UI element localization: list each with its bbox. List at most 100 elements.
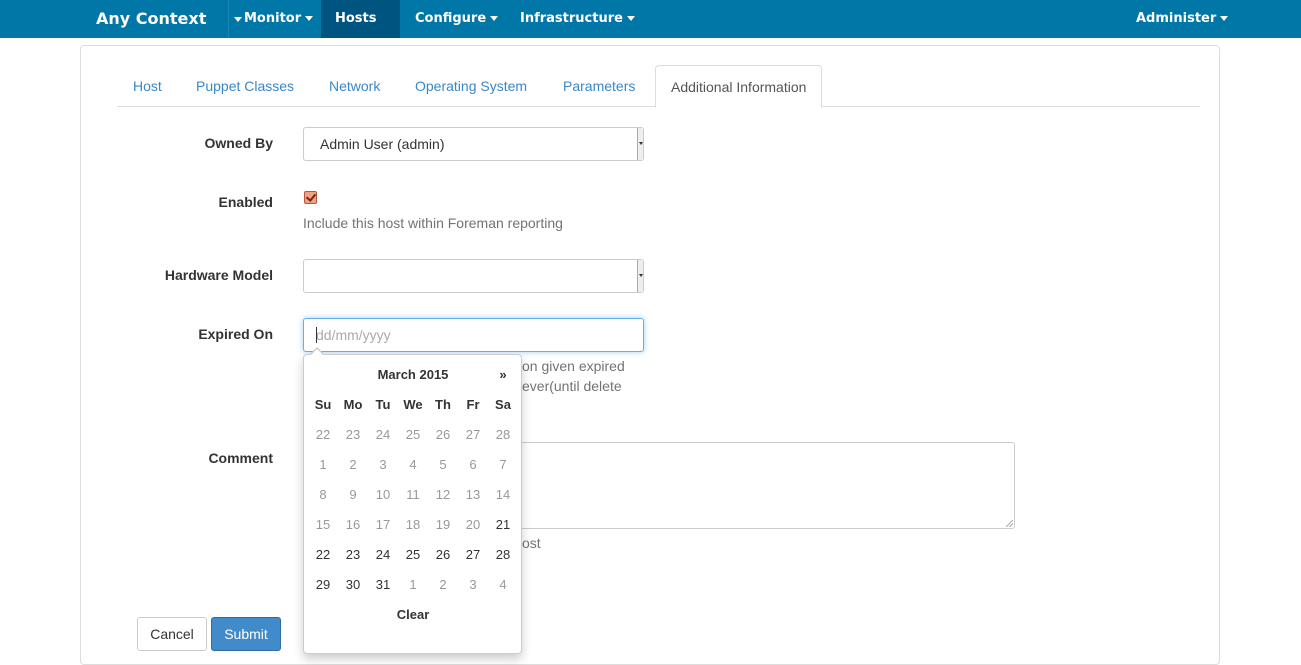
tab-label: Parameters	[563, 78, 636, 94]
hardware-model-label: Hardware Model	[164, 267, 273, 283]
chevron-down-icon	[305, 16, 314, 21]
datepicker-day[interactable]: 28	[488, 420, 518, 450]
datepicker-day[interactable]: 1	[308, 450, 338, 480]
tab-label: Network	[329, 78, 381, 94]
datepicker-next-button[interactable]: »	[488, 360, 518, 390]
datepicker-day[interactable]: 4	[398, 450, 428, 480]
datepicker-day[interactable]: 13	[458, 480, 488, 510]
datepicker-weekday-header: Fr	[466, 397, 480, 412]
nav-menu-administer[interactable]: Administer	[1122, 0, 1242, 38]
datepicker-day[interactable]: 25	[398, 540, 428, 570]
datepicker-day[interactable]: 26	[428, 540, 458, 570]
nav-menu-infrastructure[interactable]: Infrastructure	[506, 0, 649, 38]
datepicker-day[interactable]: 5	[428, 450, 458, 480]
chevron-down-icon	[637, 260, 643, 292]
expired-on-label: Expired On	[198, 326, 273, 342]
datepicker-day[interactable]: 3	[458, 570, 488, 600]
expired-on-help-line2: ever(until delete	[522, 378, 622, 394]
top-navbar: Any Context Monitor Hosts Configure Infr…	[0, 0, 1301, 59]
tab-label: Additional Information	[671, 79, 807, 95]
submit-button[interactable]: Submit	[211, 617, 281, 651]
datepicker-day[interactable]: 27	[458, 420, 488, 450]
datepicker-day[interactable]: 19	[428, 510, 458, 540]
datepicker-weekday-header: We	[403, 397, 423, 412]
datepicker-day[interactable]: 4	[488, 570, 518, 600]
datepicker-day[interactable]: 21	[488, 510, 518, 540]
datepicker-day[interactable]: 22	[308, 540, 338, 570]
chevron-down-icon	[1220, 16, 1229, 21]
datepicker-day[interactable]: 16	[338, 510, 368, 540]
tab-label: Puppet Classes	[196, 78, 295, 94]
context-label: Any Context	[96, 9, 207, 28]
nav-menu-label: Hosts	[335, 11, 377, 26]
datepicker-day[interactable]: 24	[368, 540, 398, 570]
datepicker-day[interactable]: 18	[398, 510, 428, 540]
tab-label: Host	[133, 78, 162, 94]
datepicker-weekday-header: Th	[435, 397, 451, 412]
enabled-checkbox[interactable]	[304, 191, 317, 204]
datepicker-day[interactable]: 27	[458, 540, 488, 570]
datepicker-day[interactable]: 22	[308, 420, 338, 450]
datepicker-day[interactable]: 9	[338, 480, 368, 510]
tab-operating-system[interactable]: Operating System	[400, 65, 542, 107]
datepicker-day[interactable]: 31	[368, 570, 398, 600]
datepicker-day[interactable]: 2	[338, 450, 368, 480]
nav-divider	[228, 0, 229, 38]
datepicker-day[interactable]: 24	[368, 420, 398, 450]
nav-menu-label: Administer	[1136, 11, 1217, 26]
host-form-tabs: Host Puppet Classes Network Operating Sy…	[117, 65, 1200, 108]
datepicker-popup: March 2015 » Clear Su Mo Tu We Th Fr Sa 22 23 24 2…	[303, 347, 522, 654]
expired-on-input[interactable]: dd/mm/yyyy	[303, 318, 644, 352]
tab-parameters[interactable]: Parameters	[548, 65, 650, 107]
datepicker-day[interactable]: 10	[368, 480, 398, 510]
tab-puppet-classes[interactable]: Puppet Classes	[181, 65, 309, 107]
tab-additional-information[interactable]: Additional Information	[655, 65, 823, 108]
datepicker-day[interactable]: 17	[368, 510, 398, 540]
datepicker-month-title[interactable]: March 2015	[338, 360, 488, 390]
datepicker-day[interactable]: 26	[428, 420, 458, 450]
comment-help-text: ost	[522, 535, 541, 551]
owned-by-label: Owned By	[204, 135, 273, 151]
datepicker-day[interactable]: 23	[338, 540, 368, 570]
nav-menu-configure[interactable]: Configure	[401, 0, 512, 38]
nav-menu-label: Configure	[415, 11, 487, 26]
nav-menu-label: Infrastructure	[520, 11, 623, 26]
hardware-model-select[interactable]	[303, 259, 644, 293]
datepicker-weekday-header: Mo	[343, 397, 363, 412]
chevron-down-icon	[626, 16, 635, 21]
owned-by-select[interactable]: Admin User (admin)	[303, 127, 644, 161]
datepicker-day[interactable]: 3	[368, 450, 398, 480]
datepicker-day[interactable]: 7	[488, 450, 518, 480]
datepicker-day[interactable]: 28	[488, 540, 518, 570]
datepicker-day[interactable]: 12	[428, 480, 458, 510]
datepicker-day[interactable]: 15	[308, 510, 338, 540]
datepicker-day[interactable]: 29	[308, 570, 338, 600]
expired-on-help-line1: on given expired	[522, 358, 625, 374]
nav-menu-monitor[interactable]: Monitor	[230, 0, 327, 38]
enabled-help-text: Include this host within Foreman reporti…	[303, 215, 563, 231]
chevron-down-icon	[637, 128, 643, 160]
enabled-label: Enabled	[218, 194, 273, 210]
datepicker-day[interactable]: 2	[428, 570, 458, 600]
datepicker-day[interactable]: 30	[338, 570, 368, 600]
nav-menu-label: Monitor	[244, 11, 302, 26]
resize-grip-icon[interactable]	[1006, 520, 1013, 527]
expired-on-placeholder: dd/mm/yyyy	[316, 327, 391, 343]
datepicker-weekday-header: Sa	[495, 397, 511, 412]
tab-label: Operating System	[415, 78, 528, 94]
datepicker-day[interactable]: 23	[338, 420, 368, 450]
comment-label: Comment	[208, 450, 273, 466]
datepicker-day[interactable]: 8	[308, 480, 338, 510]
tab-network[interactable]: Network	[314, 65, 395, 107]
datepicker-day[interactable]: 1	[398, 570, 428, 600]
datepicker-day[interactable]: 11	[398, 480, 428, 510]
datepicker-day[interactable]: 25	[398, 420, 428, 450]
datepicker-day[interactable]: 6	[458, 450, 488, 480]
nav-menu-hosts[interactable]: Hosts	[321, 0, 400, 59]
tab-host[interactable]: Host	[118, 65, 177, 107]
cancel-button[interactable]: Cancel	[137, 617, 207, 651]
datepicker-clear-button[interactable]: Clear	[308, 600, 518, 630]
datepicker-day[interactable]: 20	[458, 510, 488, 540]
owned-by-value: Admin User (admin)	[320, 136, 445, 152]
datepicker-day[interactable]: 14	[488, 480, 518, 510]
